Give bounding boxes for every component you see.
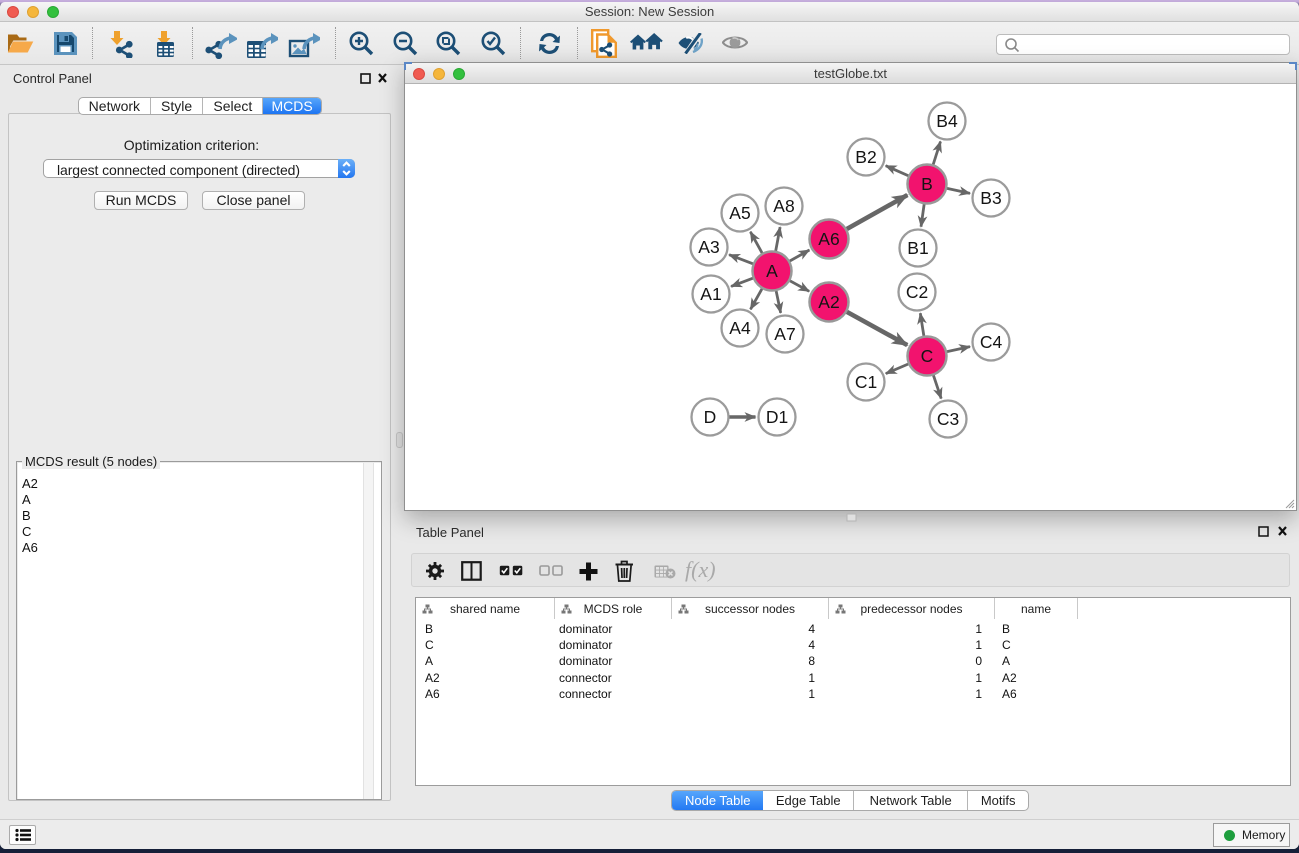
svg-text:A7: A7 (774, 324, 795, 344)
svg-text:C1: C1 (855, 372, 877, 392)
svg-text:B1: B1 (907, 238, 928, 258)
svg-text:C: C (921, 346, 934, 366)
svg-text:A2: A2 (818, 292, 839, 312)
svg-text:A4: A4 (729, 318, 751, 338)
svg-text:D1: D1 (766, 407, 788, 427)
svg-text:A6: A6 (818, 229, 839, 249)
svg-text:B: B (921, 174, 933, 194)
svg-text:A8: A8 (773, 196, 794, 216)
svg-text:B2: B2 (855, 147, 876, 167)
svg-text:B3: B3 (980, 188, 1001, 208)
svg-text:D: D (704, 407, 717, 427)
svg-text:C4: C4 (980, 332, 1003, 352)
svg-text:A5: A5 (729, 203, 750, 223)
svg-text:A3: A3 (698, 237, 719, 257)
svg-text:C3: C3 (937, 409, 959, 429)
svg-text:C2: C2 (906, 282, 928, 302)
svg-text:A1: A1 (700, 284, 721, 304)
svg-text:B4: B4 (936, 111, 958, 131)
svg-text:A: A (766, 261, 778, 281)
